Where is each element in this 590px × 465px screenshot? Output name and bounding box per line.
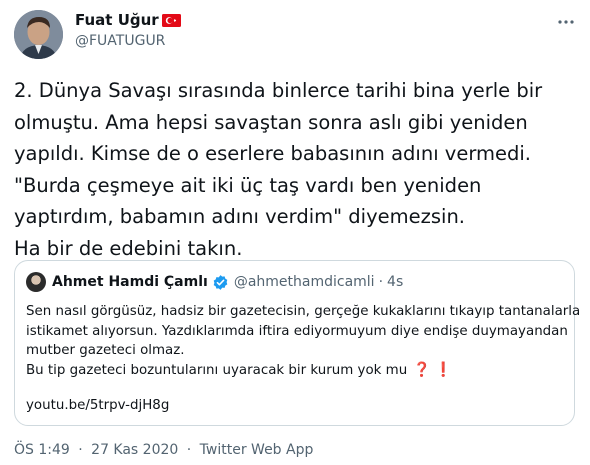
quoted-author-name[interactable]: Ahmet Hamdi Çamlı <box>52 274 208 290</box>
quoted-text-line: mutber gazeteci olmaz. <box>26 343 185 358</box>
question-mark-emoji-icon: ❓ <box>413 361 431 378</box>
quoted-tweet-text: Sen nasıl görgüsüz, hadsiz bir gazetecis… <box>26 302 581 381</box>
author-block: Fuat Uğur @FUATUGUR <box>75 10 181 51</box>
quoted-author-handle[interactable]: @ahmethamdicamli <box>234 274 375 290</box>
tweet-text: 2. Dünya Savaşı sırasında binlerce tarih… <box>14 79 543 260</box>
turkey-flag-icon <box>161 13 181 27</box>
avatar-portrait-icon <box>14 10 63 59</box>
quoted-tweet-header: Ahmet Hamdi Çamlı @ahmethamdicamli · 4s <box>26 272 403 292</box>
tweet-time[interactable]: ÖS 1:49 <box>14 442 70 458</box>
exclamation-mark-emoji-icon: ❗ <box>434 361 453 378</box>
quoted-text-line: Sen nasıl görgüsüz, hadsiz bir gazetecis… <box>26 304 581 319</box>
quoted-timestamp[interactable]: 4s <box>387 274 403 290</box>
meta-dot-separator: · <box>78 442 83 458</box>
verified-badge-icon <box>213 274 228 290</box>
tweet-source[interactable]: Twitter Web App <box>200 442 314 458</box>
meta-dot-separator: · <box>186 442 192 458</box>
quoted-text-line-last: Bu tip gazeteci bozuntularını uyaracak b… <box>26 361 566 381</box>
quoted-text-line-content: Bu tip gazeteci bozuntularını uyaracak b… <box>26 362 408 378</box>
author-avatar[interactable] <box>14 10 63 59</box>
quoted-text-line: istikamet alıyorsun. Yazdıklarımda iftir… <box>26 323 568 339</box>
author-handle[interactable]: @FUATUGUR <box>75 31 181 51</box>
author-display-name[interactable]: Fuat Uğur <box>75 10 159 30</box>
more-options-icon[interactable] <box>556 12 576 32</box>
tweet-date[interactable]: 27 Kas 2020 <box>91 442 178 458</box>
quoted-dot-separator: · <box>378 274 384 290</box>
quoted-author-avatar[interactable] <box>26 272 46 292</box>
quoted-tweet-link[interactable]: youtu.be/5trpv-djH8g <box>26 398 169 413</box>
quoted-tweet[interactable]: Ahmet Hamdi Çamlı @ahmethamdicamli · 4s … <box>14 260 581 426</box>
tweet-meta: ÖS 1:49 · 27 Kas 2020 · Twitter Web App <box>14 442 313 458</box>
author-name-row: Fuat Uğur <box>75 10 181 30</box>
